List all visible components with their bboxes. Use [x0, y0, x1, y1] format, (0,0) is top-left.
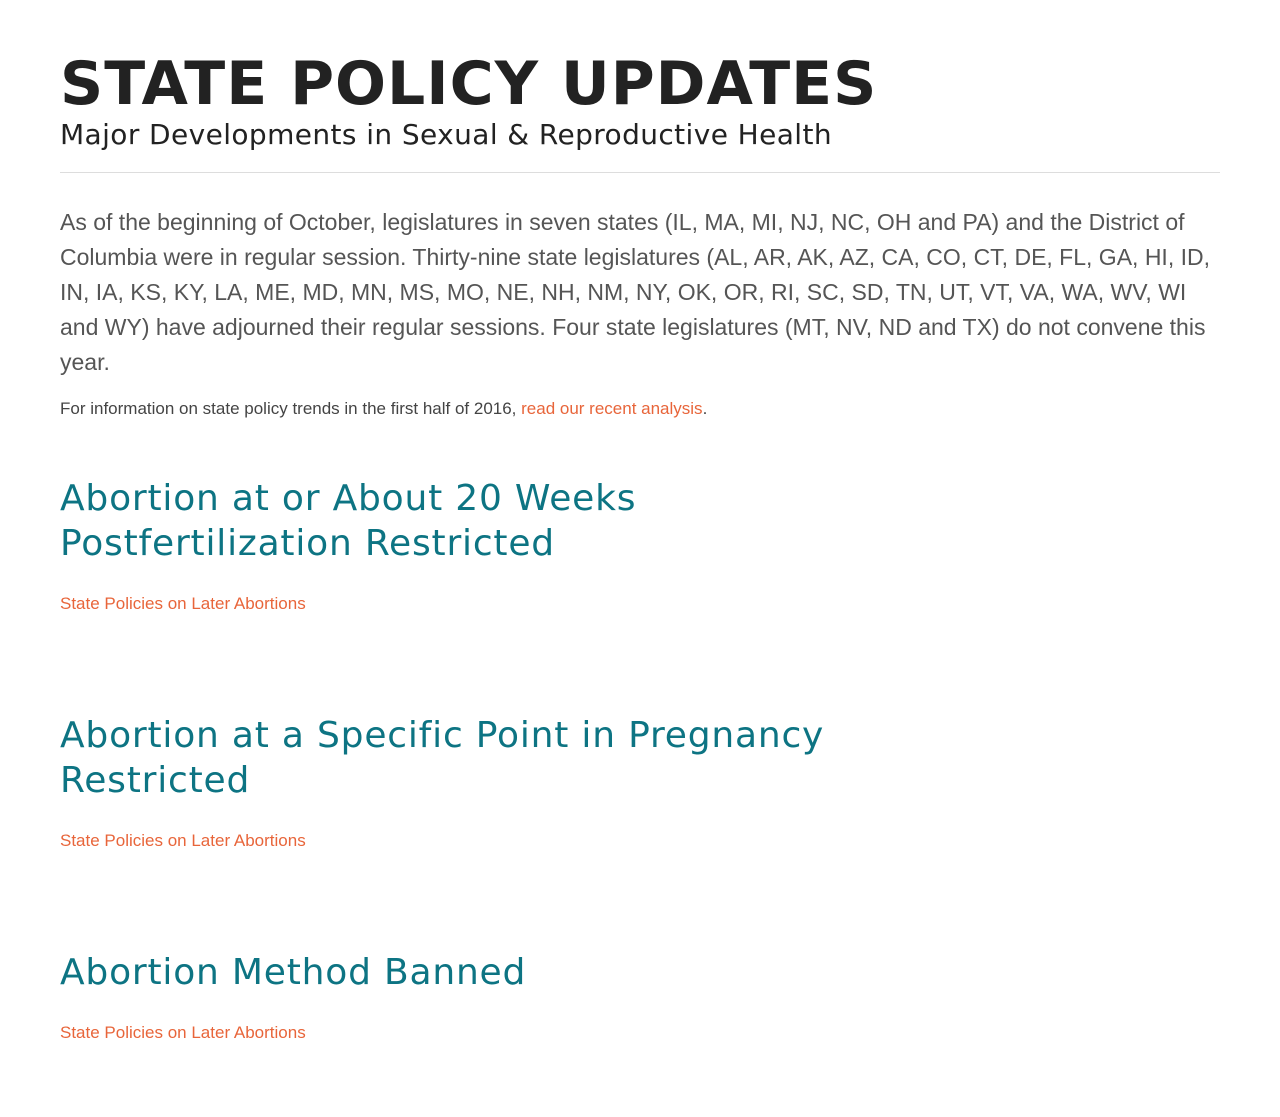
recent-analysis-link[interactable]: read our recent analysis	[521, 399, 702, 418]
analysis-note-text: For information on state policy trends i…	[60, 399, 522, 418]
section-heading-specific-point: Abortion at a Specific Point in Pregnanc…	[60, 715, 825, 801]
header-divider	[60, 172, 1220, 173]
later-abortions-link[interactable]: State Policies on Later Abortions	[60, 1021, 306, 1045]
section-heading-20-weeks: Abortion at or About 20 Weeks Postfertil…	[60, 478, 637, 564]
analysis-note-end: .	[702, 399, 708, 418]
later-abortions-link[interactable]: State Policies on Later Abortions	[60, 829, 306, 853]
page-subtitle: Major Developments in Sexual & Reproduct…	[60, 118, 832, 151]
intro-paragraph: As of the beginning of October, legislat…	[60, 209, 1210, 375]
section-heading-method-banned: Abortion Method Banned	[60, 952, 527, 993]
later-abortions-link[interactable]: State Policies on Later Abortions	[60, 592, 306, 616]
analysis-note: For information on state policy trends i…	[60, 397, 707, 421]
page-title: STATE POLICY UPDATES	[60, 49, 878, 119]
